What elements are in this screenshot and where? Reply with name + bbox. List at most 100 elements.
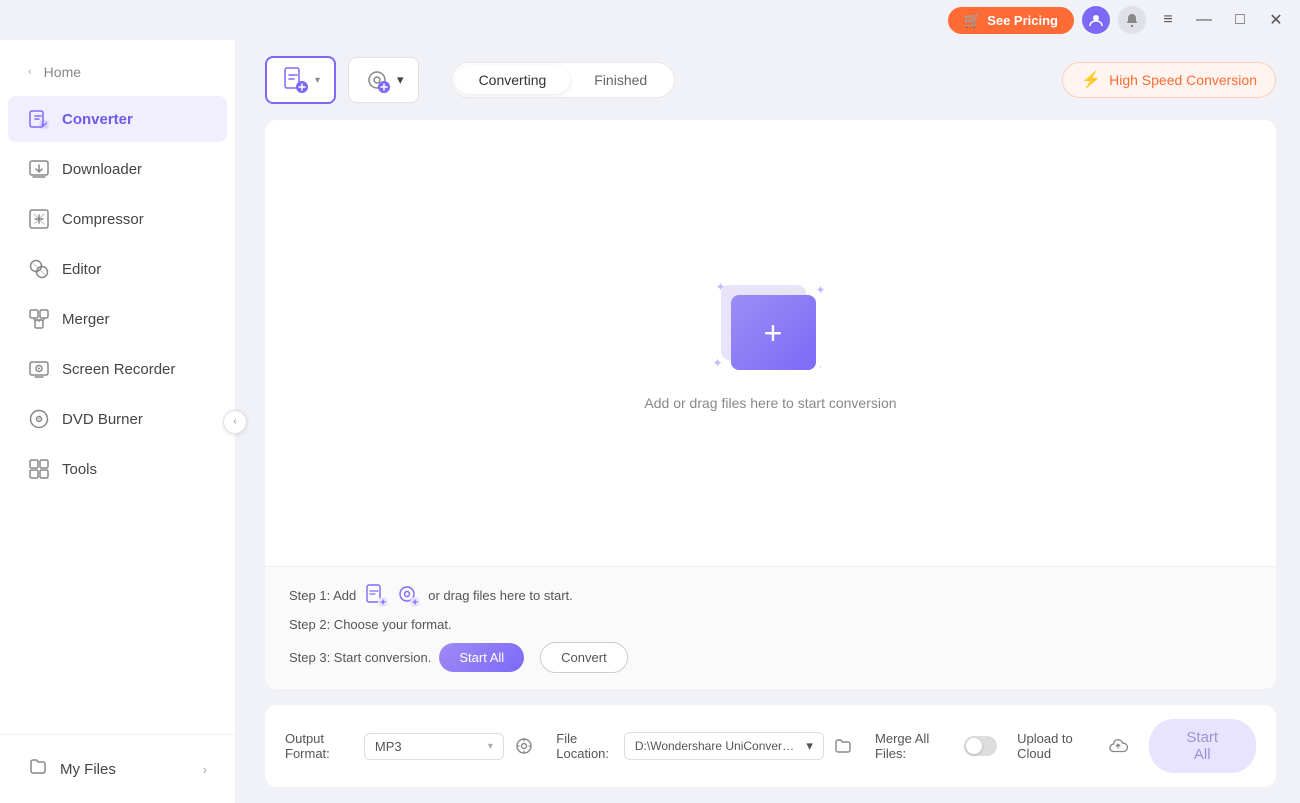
file-location-label: File Location:	[556, 731, 616, 761]
sidebar-item-tools[interactable]: Tools	[8, 446, 227, 492]
cloud-upload-icon	[1108, 735, 1128, 757]
screen-recorder-label: Screen Recorder	[62, 361, 175, 378]
output-format-select[interactable]: MP3 ▾	[364, 733, 504, 760]
step-2-row: Step 2: Choose your format.	[289, 617, 1252, 632]
editor-icon	[28, 258, 50, 280]
tab-converting[interactable]: Converting	[455, 66, 571, 94]
output-format-field: Output Format: MP3 ▾	[285, 731, 536, 761]
merge-toggle-switch[interactable]	[964, 736, 997, 756]
start-all-button[interactable]: Start All	[1149, 719, 1257, 773]
format-value: MP3	[375, 739, 402, 754]
high-speed-label: High Speed Conversion	[1109, 72, 1257, 88]
convert-inline-button[interactable]: Convert	[540, 642, 628, 673]
maximize-button[interactable]: □	[1226, 6, 1254, 34]
add-file-button[interactable]: ▾	[265, 56, 336, 104]
add-file-icon	[281, 66, 309, 94]
sparkle-2-icon: ✦	[815, 283, 825, 297]
sparkle-3-icon: ✦	[713, 356, 723, 370]
close-button[interactable]: ✕	[1262, 6, 1290, 34]
minimize-icon: —	[1196, 11, 1212, 29]
bottom-bar: Output Format: MP3 ▾ File Location:	[265, 705, 1276, 787]
compressor-label: Compressor	[62, 211, 144, 228]
home-chevron-icon: ‹	[28, 66, 32, 78]
sparkle-1-icon: ✦	[716, 280, 726, 294]
step-3-row: Step 3: Start conversion. Start All Conv…	[289, 642, 1252, 673]
dvd-burner-icon	[28, 408, 50, 430]
main-content: ▾ ▾ Converting Finished ⚡ High S	[235, 40, 1300, 803]
format-settings-button[interactable]	[512, 731, 536, 761]
dvd-burner-label: DVD Burner	[62, 411, 143, 428]
lightning-icon: ⚡	[1081, 70, 1101, 90]
start-all-inline-button[interactable]: Start All	[439, 643, 524, 672]
merge-all-files-field: Merge All Files:	[875, 731, 997, 761]
folder-illustration: + ✦ ✦ ✦ ·	[711, 275, 831, 375]
sidebar-item-downloader[interactable]: Downloader	[8, 146, 227, 192]
sidebar-item-merger[interactable]: Merger	[8, 296, 227, 342]
my-files-icon	[28, 757, 48, 781]
upload-cloud-field[interactable]: Upload to Cloud	[1017, 731, 1128, 761]
add-file-chevron-icon: ▾	[315, 75, 320, 86]
sidebar-collapse-handle[interactable]: ‹	[223, 410, 247, 434]
user-avatar[interactable]	[1082, 6, 1110, 34]
sidebar-footer: My Files ›	[0, 734, 235, 793]
sidebar-item-converter[interactable]: Converter	[8, 96, 227, 142]
menu-icon: ≡	[1163, 11, 1172, 29]
output-format-label: Output Format:	[285, 731, 356, 761]
sidebar-item-home[interactable]: ‹ Home	[8, 52, 227, 92]
title-bar: 🛒 See Pricing ≡ — □ ✕	[0, 0, 1300, 40]
merger-icon	[28, 308, 50, 330]
step-1-row: Step 1: Add	[289, 583, 1252, 607]
step1-file-icon	[364, 583, 388, 607]
drop-zone-text: Add or drag files here to start conversi…	[644, 395, 896, 411]
downloader-icon	[28, 158, 50, 180]
browse-folder-button[interactable]	[832, 731, 855, 761]
format-chevron-icon: ▾	[488, 741, 493, 752]
notification-icon[interactable]	[1118, 6, 1146, 34]
tab-group: Converting Finished	[451, 62, 676, 98]
step1-device-icon	[396, 583, 420, 607]
sidebar-item-editor[interactable]: Editor	[8, 246, 227, 292]
tab-finished[interactable]: Finished	[570, 66, 671, 94]
main-layout: ‹ Home Converter	[0, 40, 1300, 803]
my-files-label: My Files	[60, 761, 116, 778]
sparkle-4-icon: ·	[819, 359, 823, 373]
downloader-label: Downloader	[62, 161, 142, 178]
converter-label: Converter	[62, 111, 133, 128]
sidebar-item-screen-recorder[interactable]: Screen Recorder	[8, 346, 227, 392]
sidebar-item-dvd-burner[interactable]: DVD Burner	[8, 396, 227, 442]
converter-icon	[28, 108, 50, 130]
sidebar: ‹ Home Converter	[0, 40, 235, 803]
screen-recorder-icon	[28, 358, 50, 380]
high-speed-button[interactable]: ⚡ High Speed Conversion	[1062, 62, 1276, 98]
drop-area[interactable]: + ✦ ✦ ✦ · Add or drag files here to star…	[265, 120, 1276, 567]
my-files-chevron-icon: ›	[203, 762, 207, 777]
see-pricing-button[interactable]: 🛒 See Pricing	[948, 7, 1074, 34]
location-value: D:\Wondershare UniConverter 1	[635, 739, 795, 753]
merge-label: Merge All Files:	[875, 731, 956, 761]
see-pricing-label: See Pricing	[987, 13, 1058, 28]
upload-cloud-label: Upload to Cloud	[1017, 731, 1102, 761]
menu-button[interactable]: ≡	[1154, 6, 1182, 34]
maximize-icon: □	[1235, 11, 1245, 29]
step-1-middle-text: or drag files here to start.	[428, 588, 573, 603]
file-location-field: File Location: D:\Wondershare UniConvert…	[556, 731, 855, 761]
folder-plus-icon: +	[764, 317, 783, 349]
minimize-button[interactable]: —	[1190, 6, 1218, 34]
settings-icon	[515, 737, 533, 755]
location-chevron-icon: ▾	[806, 738, 813, 754]
tools-icon	[28, 458, 50, 480]
file-location-select[interactable]: D:\Wondershare UniConverter 1 ▾	[624, 732, 824, 760]
add-device-button[interactable]: ▾	[348, 57, 419, 103]
folder-main: +	[731, 295, 816, 370]
step-3-text: Step 3: Start conversion.	[289, 650, 431, 665]
close-icon: ✕	[1269, 10, 1282, 30]
step-2-text: Step 2: Choose your format.	[289, 617, 452, 632]
step-1-text: Step 1: Add	[289, 588, 356, 603]
drop-zone: + ✦ ✦ ✦ · Add or drag files here to star…	[265, 120, 1276, 689]
sidebar-item-my-files[interactable]: My Files ›	[8, 745, 227, 793]
steps-area: Step 1: Add	[265, 567, 1276, 689]
merger-label: Merger	[62, 311, 110, 328]
editor-label: Editor	[62, 261, 101, 278]
add-device-chevron-icon: ▾	[397, 72, 404, 88]
sidebar-item-compressor[interactable]: Compressor	[8, 196, 227, 242]
